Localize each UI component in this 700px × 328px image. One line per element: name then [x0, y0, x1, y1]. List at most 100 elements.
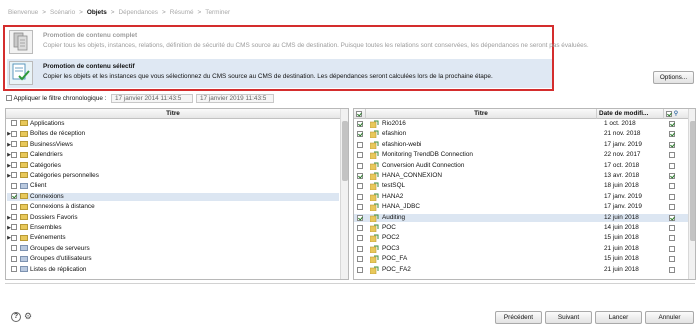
date-to-field[interactable]: 17 janvier 2019 11:43:5 — [196, 94, 274, 103]
object-dependency-checkbox[interactable] — [669, 204, 675, 211]
object-dependency-checkbox[interactable] — [669, 235, 675, 242]
object-dependency-checkbox[interactable] — [669, 131, 675, 138]
tree-item-checkbox[interactable] — [11, 141, 17, 148]
object-dependency-checkbox[interactable] — [669, 225, 675, 231]
selective-promotion-option[interactable]: Promotion de contenu sélectif Copier les… — [7, 59, 552, 88]
tree-item[interactable]: ▶ Dossiers Favoris — [7, 214, 339, 222]
object-dependency-checkbox[interactable] — [669, 183, 675, 190]
crumb-dependencies[interactable]: Dépendances — [119, 9, 158, 16]
object-row[interactable]: efashion 21 nov. 2018 — [354, 130, 688, 139]
help-icon[interactable]: ? — [11, 312, 21, 322]
tree-item[interactable]: Connexions à distance — [7, 203, 339, 211]
object-row[interactable]: HANA2 17 janv. 2019 — [354, 193, 688, 202]
object-row[interactable]: HANA_JDBC 17 janv. 2019 — [354, 203, 688, 212]
tree-item[interactable]: ▶ BusinessViews — [7, 141, 339, 149]
dependency-column-header[interactable]: ⚲ — [663, 109, 688, 119]
object-select-checkbox[interactable] — [357, 183, 363, 190]
tree-item[interactable]: ▶ Catégories personnelles — [7, 172, 339, 180]
tree-item-checkbox[interactable] — [11, 193, 17, 200]
object-row[interactable]: testSQL 18 juin 2018 — [354, 182, 688, 191]
object-dependency-checkbox[interactable] — [669, 245, 675, 252]
tree-item-checkbox[interactable] — [11, 265, 17, 272]
tree-item-checkbox[interactable] — [11, 151, 17, 158]
tree-item-checkbox[interactable] — [11, 130, 17, 137]
tree-item[interactable]: ▶ Boîtes de réception — [7, 130, 339, 138]
tree-item-checkbox[interactable] — [11, 255, 17, 262]
tree-item[interactable]: Groupes de serveurs — [7, 245, 339, 253]
object-select-checkbox[interactable] — [357, 266, 363, 273]
tree-item-checkbox[interactable] — [11, 213, 17, 220]
object-dependency-checkbox[interactable] — [669, 193, 675, 200]
object-select-checkbox[interactable] — [357, 193, 363, 200]
tree-item[interactable]: Groupes d'utilisateurs — [7, 255, 339, 263]
tree-item-checkbox[interactable] — [11, 172, 17, 179]
object-dependency-checkbox[interactable] — [669, 173, 675, 179]
tree-item[interactable]: ▶ Calendriers — [7, 151, 339, 159]
object-row[interactable]: Auditing 12 juin 2018 — [354, 213, 688, 222]
dependency-all-checkbox[interactable] — [666, 110, 672, 117]
objects-header-title[interactable]: Titre — [365, 109, 596, 119]
crumb-summary[interactable]: Résumé — [170, 9, 194, 16]
object-select-checkbox[interactable] — [357, 245, 363, 252]
tree-item-checkbox[interactable] — [11, 161, 17, 168]
tree-item[interactable]: Listes de réplication — [7, 266, 339, 274]
tree-item[interactable]: ▶ Catégories — [7, 162, 339, 170]
select-all-column[interactable] — [354, 109, 365, 119]
objects-header-date[interactable]: Date de modifi... — [596, 109, 663, 119]
object-dependency-checkbox[interactable] — [669, 256, 675, 263]
object-row[interactable]: Monitoring TrendDB Connection 22 nov. 201… — [354, 151, 688, 160]
tree-item[interactable]: Applications — [7, 120, 339, 128]
tree-scrollbar[interactable] — [340, 109, 348, 279]
crumb-welcome[interactable]: Bienvenue — [8, 9, 38, 16]
tree-header-title[interactable]: Titre — [6, 109, 340, 119]
tree-item[interactable]: Connexions — [7, 192, 339, 201]
object-row[interactable]: HANA_CONNEXION 13 avr. 2018 — [354, 172, 688, 181]
object-select-checkbox[interactable] — [357, 256, 363, 263]
cancel-button[interactable]: Annuler — [645, 311, 694, 324]
object-select-checkbox[interactable] — [357, 225, 363, 231]
tree-scrollbar-thumb[interactable] — [342, 121, 348, 181]
object-row[interactable]: POC 14 juin 2018 — [354, 224, 688, 233]
object-select-checkbox[interactable] — [357, 152, 363, 159]
object-dependency-checkbox[interactable] — [669, 121, 675, 127]
tree-item-checkbox[interactable] — [11, 203, 17, 210]
tree-item[interactable]: ▶ Ensembles — [7, 224, 339, 232]
tree-item[interactable]: ▶ Evénements — [7, 234, 339, 242]
object-select-checkbox[interactable] — [357, 131, 363, 138]
date-from-field[interactable]: 17 janvier 2014 11:43:5 — [111, 94, 193, 103]
previous-button[interactable]: Précédent — [495, 311, 542, 324]
tree-item-checkbox[interactable] — [11, 182, 17, 189]
objects-scrollbar-thumb[interactable] — [690, 121, 695, 241]
full-promotion-option[interactable]: Promotion de contenu complet Copier tous… — [7, 28, 589, 57]
tree-item-checkbox[interactable] — [11, 224, 17, 231]
object-select-checkbox[interactable] — [357, 141, 363, 148]
launch-button[interactable]: Lancer — [595, 311, 642, 324]
object-row[interactable]: efashion-webi 17 janv. 2019 — [354, 141, 688, 150]
object-dependency-checkbox[interactable] — [669, 214, 675, 221]
crumb-scenario[interactable]: Scénario — [50, 9, 75, 16]
object-dependency-checkbox[interactable] — [669, 152, 675, 159]
object-dependency-checkbox[interactable] — [669, 266, 675, 273]
next-button[interactable]: Suivant — [545, 311, 592, 324]
objects-scrollbar[interactable] — [688, 109, 695, 279]
object-row[interactable]: POC2 15 juin 2018 — [354, 234, 688, 243]
tree-item-checkbox[interactable] — [11, 120, 17, 127]
options-button[interactable]: Options... — [653, 71, 694, 84]
object-select-checkbox[interactable] — [357, 121, 363, 127]
object-select-checkbox[interactable] — [357, 173, 363, 179]
object-row[interactable]: POC_FA2 21 juin 2018 — [354, 266, 688, 274]
crumb-objects[interactable]: Objets — [87, 9, 107, 16]
object-row[interactable]: POC_FA 15 juin 2018 — [354, 255, 688, 264]
object-row[interactable]: POC3 21 juin 2018 — [354, 245, 688, 254]
crumb-finish[interactable]: Terminer — [205, 9, 230, 16]
object-select-checkbox[interactable] — [357, 204, 363, 211]
tree-item[interactable]: Client — [7, 182, 339, 190]
select-all-checkbox[interactable] — [356, 110, 362, 117]
tree-item-checkbox[interactable] — [11, 234, 17, 241]
tree-item-checkbox[interactable] — [11, 245, 17, 252]
settings-icon[interactable]: ⚙ — [24, 311, 32, 322]
object-dependency-checkbox[interactable] — [669, 162, 675, 169]
object-row[interactable]: Conversion Audit Connection 17 oct. 2018 — [354, 162, 688, 170]
object-select-checkbox[interactable] — [357, 162, 363, 169]
object-row[interactable]: Rio2016 1 oct. 2018 — [354, 120, 688, 129]
